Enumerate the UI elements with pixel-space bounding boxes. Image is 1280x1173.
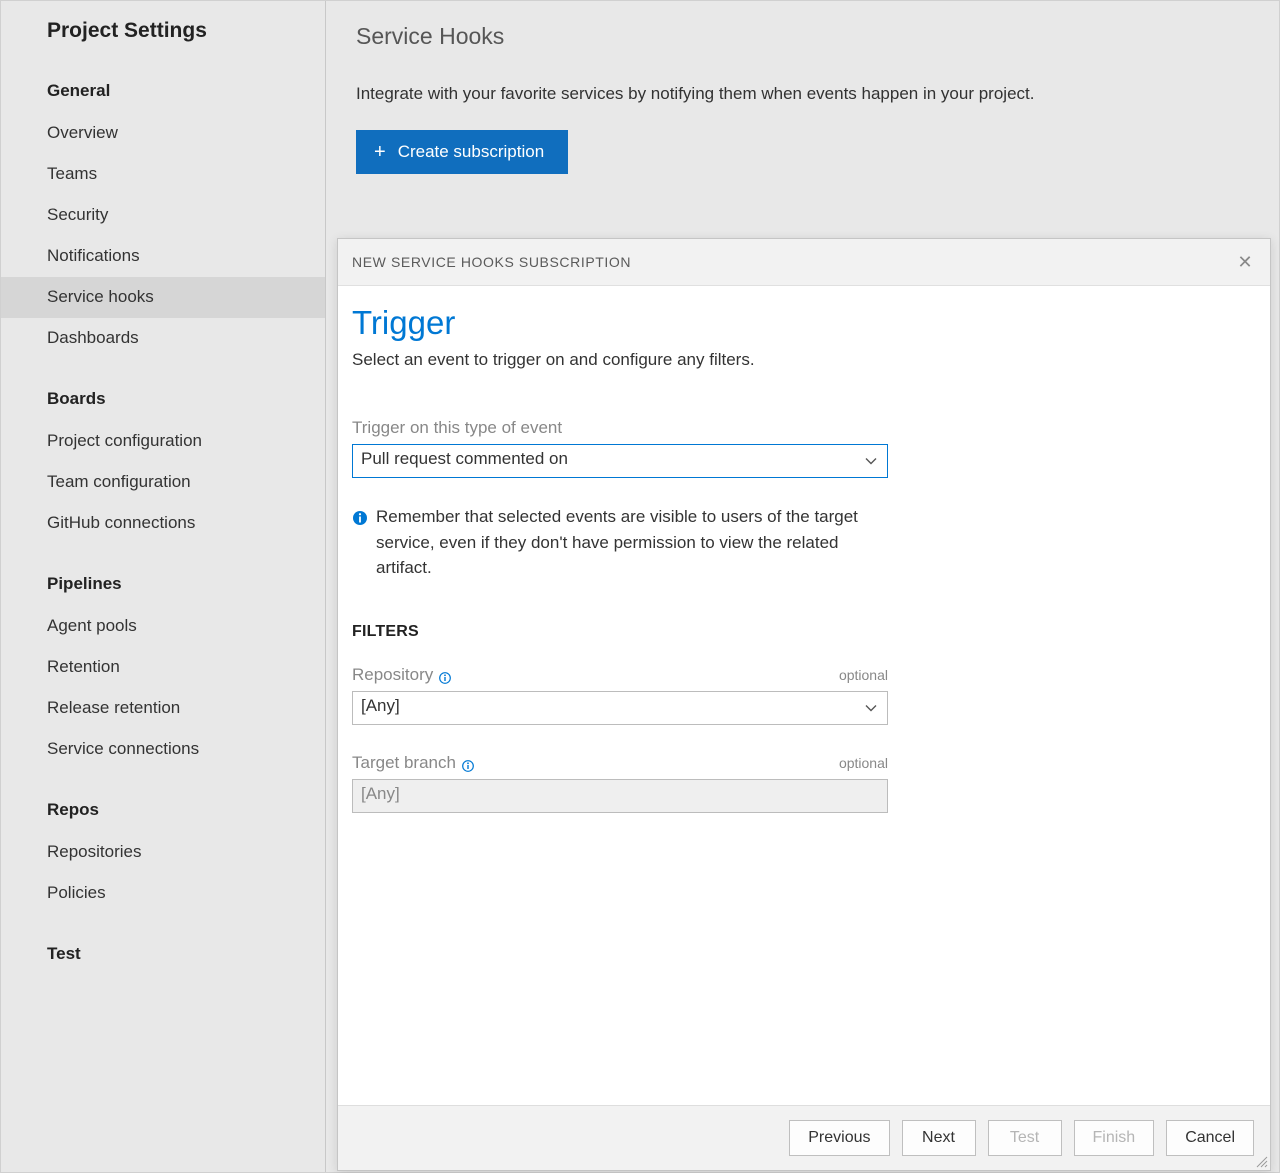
dialog-footer: Previous Next Test Finish Cancel [338,1105,1270,1170]
event-type-label: Trigger on this type of event [352,418,1256,438]
test-button: Test [988,1120,1062,1156]
target-branch-label: Target branch [352,753,474,773]
target-branch-select-wrap: [Any] [352,779,888,813]
finish-button: Finish [1074,1120,1155,1156]
page-title: Service Hooks [356,23,1249,50]
event-type-select[interactable]: Pull request commented on [352,444,888,478]
sidebar-title: Project Settings [1,19,325,71]
info-text: Remember that selected events are visibl… [376,504,888,581]
section-repos-label: Repos [1,790,325,832]
dialog-header: NEW SERVICE HOOKS SUBSCRIPTION ✕ [338,239,1270,286]
target-branch-optional: optional [839,755,888,771]
sidebar-item-team-configuration[interactable]: Team configuration [1,462,325,503]
event-type-select-wrap: Pull request commented on [352,444,888,478]
sidebar-item-service-connections[interactable]: Service connections [1,729,325,770]
info-icon [352,508,368,524]
create-subscription-button[interactable]: + Create subscription [356,130,568,174]
target-branch-select: [Any] [352,779,888,813]
sidebar-item-dashboards[interactable]: Dashboards [1,318,325,359]
sidebar-item-repositories[interactable]: Repositories [1,832,325,873]
dialog-body: Trigger Select an event to trigger on an… [338,286,1270,1105]
sidebar-item-agent-pools[interactable]: Agent pools [1,606,325,647]
sidebar-item-teams[interactable]: Teams [1,154,325,195]
sidebar-item-security[interactable]: Security [1,195,325,236]
info-icon [462,757,474,769]
section-test-label: Test [1,934,325,976]
dialog-header-title: NEW SERVICE HOOKS SUBSCRIPTION [352,254,631,270]
create-subscription-label: Create subscription [398,142,544,162]
close-icon: ✕ [1237,252,1252,272]
sidebar-item-service-hooks[interactable]: Service hooks [1,277,325,318]
repository-optional: optional [839,667,888,683]
cancel-button[interactable]: Cancel [1166,1120,1254,1156]
filters-heading: FILTERS [352,623,1256,641]
trigger-title: Trigger [352,304,1256,342]
sidebar: Project Settings General Overview Teams … [1,1,326,1172]
page-description: Integrate with your favorite services by… [356,84,1249,104]
trigger-subtitle: Select an event to trigger on and config… [352,350,1256,370]
sidebar-item-policies[interactable]: Policies [1,873,325,914]
sidebar-item-project-configuration[interactable]: Project configuration [1,421,325,462]
section-general-label: General [1,71,325,113]
close-button[interactable]: ✕ [1234,251,1256,273]
info-row: Remember that selected events are visibl… [352,504,888,581]
repository-label: Repository [352,665,451,685]
section-boards-label: Boards [1,379,325,421]
new-subscription-dialog: NEW SERVICE HOOKS SUBSCRIPTION ✕ Trigger… [337,238,1271,1171]
repository-select[interactable]: [Any] [352,691,888,725]
info-icon [439,669,451,681]
sidebar-item-retention[interactable]: Retention [1,647,325,688]
sidebar-item-notifications[interactable]: Notifications [1,236,325,277]
sidebar-item-release-retention[interactable]: Release retention [1,688,325,729]
next-button[interactable]: Next [902,1120,976,1156]
sidebar-item-overview[interactable]: Overview [1,113,325,154]
repository-select-wrap: [Any] [352,691,888,725]
sidebar-item-github-connections[interactable]: GitHub connections [1,503,325,544]
resize-grip-icon[interactable] [1254,1154,1268,1168]
section-pipelines-label: Pipelines [1,564,325,606]
plus-icon: + [374,142,386,162]
previous-button[interactable]: Previous [789,1120,889,1156]
